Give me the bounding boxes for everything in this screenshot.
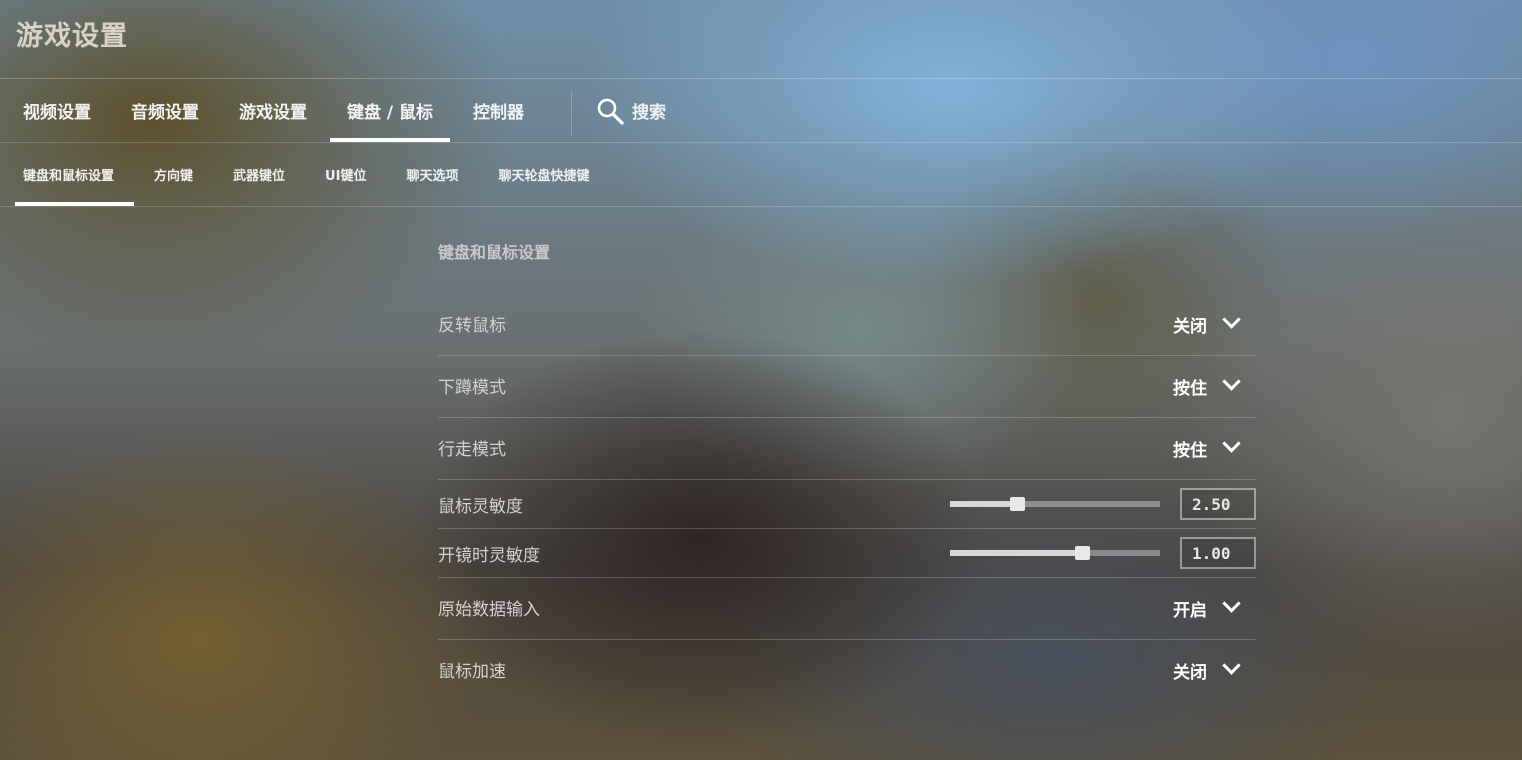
tab-separator [571,91,573,136]
chevron-down-icon [1222,372,1241,391]
zoom-sensitivity-slider[interactable] [950,546,1160,560]
subtab-chat-options[interactable]: 聊天选项 [386,143,478,206]
mouse-sensitivity-slider[interactable] [950,497,1160,511]
setting-row-mouse-acceleration: 鼠标加速 关闭 [438,640,1256,701]
tab-keyboard-mouse[interactable]: 键盘 / 鼠标 [330,79,451,142]
chevron-down-icon [1222,434,1241,453]
slider-group: 2.50 [950,488,1256,520]
search-icon [597,98,624,125]
mouse-sensitivity-input[interactable]: 2.50 [1180,488,1256,520]
crouch-mode-dropdown[interactable]: 按住 [1173,372,1256,399]
dropdown-value: 关闭 [1173,663,1207,683]
setting-label: 行走模式 [438,440,506,460]
page-title: 游戏设置 [16,21,128,52]
setting-label: 鼠标灵敏度 [438,496,523,517]
setting-row-raw-input: 原始数据输入 开启 [438,578,1256,640]
walk-mode-dropdown[interactable]: 按住 [1173,434,1256,461]
subtab-label: 聊天轮盘快捷键 [498,169,590,184]
settings-panel: 键盘和鼠标设置 反转鼠标 关闭 下蹲模式 按住 行走模式 按住 鼠标灵敏度 2.… [438,238,1256,701]
slider-fill [950,501,1018,507]
sub-tab-divider [0,206,1522,207]
chevron-down-icon [1222,310,1241,329]
subtab-label: 聊天选项 [406,169,459,184]
slider-group: 1.00 [950,537,1256,569]
zoom-sensitivity-input[interactable]: 1.00 [1180,537,1256,569]
setting-row-walk-mode: 行走模式 按住 [438,418,1256,480]
search-label: 搜索 [632,103,667,123]
tab-game[interactable]: 游戏设置 [222,79,324,142]
tab-label: 视频设置 [23,103,91,123]
dropdown-value: 开启 [1173,601,1207,621]
slider-handle[interactable] [1075,546,1091,560]
dropdown-value: 按住 [1173,379,1207,399]
sub-tab-bar: 键盘和鼠标设置 方向键 武器键位 UI键位 聊天选项 聊天轮盘快捷键 [0,143,609,206]
tab-controller[interactable]: 控制器 [456,79,541,142]
subtab-label: 方向键 [154,169,194,184]
setting-row-invert-mouse: 反转鼠标 关闭 [438,294,1256,356]
slider-fill [950,550,1083,556]
tab-label: 游戏设置 [239,103,307,123]
subtab-weapon-keys[interactable]: 武器键位 [213,143,305,206]
subtab-label: 键盘和鼠标设置 [23,169,115,184]
raw-input-dropdown[interactable]: 开启 [1173,594,1256,621]
main-tab-bar: 视频设置 音频设置 游戏设置 键盘 / 鼠标 控制器 搜索 [0,79,672,142]
subtab-ui-keys[interactable]: UI键位 [305,143,386,206]
subtab-label: UI键位 [325,169,367,184]
subtab-keyboard-mouse-settings[interactable]: 键盘和鼠标设置 [0,143,135,206]
setting-row-zoom-sensitivity: 开镜时灵敏度 1.00 [438,529,1256,578]
setting-label: 原始数据输入 [438,600,540,620]
dropdown-value: 按住 [1173,441,1207,461]
setting-label: 反转鼠标 [438,316,506,336]
setting-label: 鼠标加速 [438,662,506,682]
invert-mouse-dropdown[interactable]: 关闭 [1173,310,1256,337]
setting-label: 开镜时灵敏度 [438,545,540,566]
chevron-down-icon [1222,656,1241,675]
tab-label: 音频设置 [131,103,199,123]
setting-label: 下蹲模式 [438,378,506,398]
dropdown-value: 关闭 [1173,317,1207,337]
subtab-chat-wheel-hotkeys[interactable]: 聊天轮盘快捷键 [478,143,609,206]
tab-video[interactable]: 视频设置 [0,79,108,142]
section-title: 键盘和鼠标设置 [438,243,551,262]
setting-row-crouch-mode: 下蹲模式 按住 [438,356,1256,418]
search-button[interactable]: 搜索 [590,79,672,142]
chevron-down-icon [1222,594,1241,613]
subtab-label: 武器键位 [233,169,286,184]
subtab-movement-keys[interactable]: 方向键 [134,143,213,206]
slider-handle[interactable] [1010,497,1026,511]
tab-label: 控制器 [473,103,525,123]
mouse-acceleration-dropdown[interactable]: 关闭 [1173,656,1256,683]
tab-label: 键盘 / 鼠标 [347,103,434,123]
tab-audio[interactable]: 音频设置 [114,79,216,142]
setting-row-mouse-sensitivity: 鼠标灵敏度 2.50 [438,480,1256,529]
